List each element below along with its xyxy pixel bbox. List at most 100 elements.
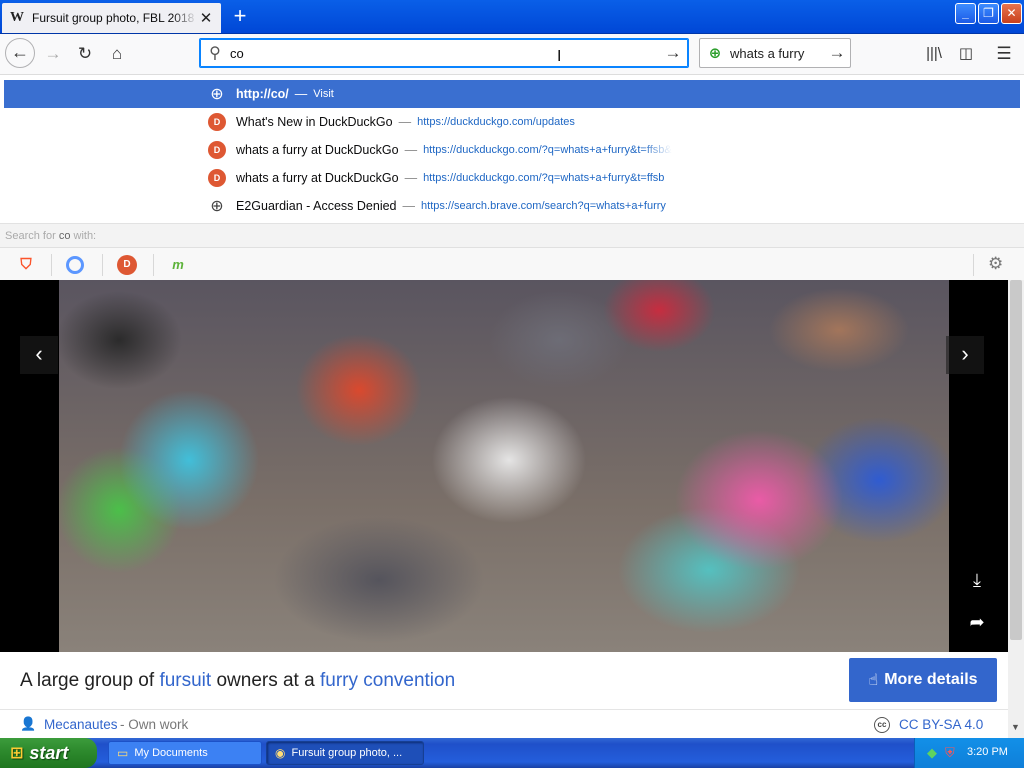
scroll-down-icon[interactable]: ▼ — [1011, 722, 1020, 732]
search-bar[interactable]: ⊕ whats a furry → — [699, 38, 851, 68]
author-link[interactable]: Mecanautes — [44, 717, 118, 732]
taskbar-item-firefox[interactable]: ◉ Fursuit group photo, ... — [266, 741, 424, 765]
search-engine-icon[interactable]: ⊕ — [700, 44, 730, 62]
hamburger-menu-button[interactable]: ☰ — [990, 40, 1018, 68]
forward-button[interactable]: → — [39, 40, 67, 68]
security-shield-icon[interactable]: ⛨ — [945, 745, 955, 761]
download-icon[interactable]: ⤓ — [960, 563, 994, 597]
media-viewer: ‹ › ⤓ ➦ A large group of fursuit owners … — [0, 280, 1008, 738]
autocomplete-title: whats a furry at DuckDuckGo — [236, 143, 399, 157]
duckduckgo-engine-icon[interactable]: D — [117, 255, 137, 275]
hand-pointer-icon: ☝ — [868, 672, 879, 689]
autocomplete-action: Visit — [313, 88, 334, 100]
caption-text: A large group of — [20, 670, 160, 691]
image-caption: A large group of fursuit owners at a fur… — [20, 670, 455, 692]
text-cursor-icon: I — [557, 48, 562, 65]
network-icon[interactable]: ◆ — [927, 745, 937, 761]
fursuit-link[interactable]: fursuit — [159, 670, 211, 691]
start-label: start — [29, 742, 69, 763]
license-link[interactable]: CC BY-SA 4.0 — [899, 717, 983, 732]
autocomplete-row[interactable]: D whats a furry at DuckDuckGo — https://… — [4, 164, 1020, 192]
duckduckgo-icon: D — [208, 113, 226, 131]
engine-divider — [973, 254, 974, 276]
share-icon[interactable]: ➦ — [960, 605, 994, 639]
title-bar: W Fursuit group photo, FBL 2018 - Fursui… — [0, 0, 1024, 34]
autocomplete-row[interactable]: ⊕ http://co/ — Visit — [4, 80, 1020, 108]
autocomplete-row[interactable]: ⊕ E2Guardian - Access Denied — https://s… — [4, 192, 1020, 220]
autocomplete-title: http://co/ — [236, 87, 289, 101]
wikipedia-icon: W — [10, 10, 24, 25]
new-tab-button[interactable]: + — [226, 4, 254, 30]
start-button[interactable]: ⊞ start — [0, 738, 97, 768]
close-window-button[interactable]: ✕ — [1001, 3, 1022, 24]
go-arrow-icon[interactable]: → — [658, 43, 688, 63]
autocomplete-url: https://search.brave.com/search?q=whats+… — [421, 200, 666, 212]
firefox-icon: ◉ — [275, 746, 286, 760]
previous-image-button[interactable]: ‹ — [20, 336, 58, 374]
one-off-search-engines: ⛉ D m ⚙ — [0, 247, 1024, 281]
sidebar-toggle-button[interactable]: ◫ — [952, 40, 980, 68]
autocomplete-title: whats a furry at DuckDuckGo — [236, 171, 399, 185]
search-icon: ⚲ — [209, 45, 221, 62]
engine-divider — [102, 254, 103, 276]
attribution-row: 👤 Mecanautes - Own work cc CC BY-SA 4.0 — [0, 709, 1008, 738]
caption-text: owners at a — [211, 670, 320, 691]
tab-title: Fursuit group photo, FBL 2018 - Fursuit — [32, 11, 197, 25]
autocomplete-url: https://duckduckgo.com/?q=whats+a+furry&… — [423, 172, 665, 184]
search-settings-gear-icon[interactable]: ⚙ — [988, 254, 1003, 274]
url-input[interactable] — [230, 45, 658, 61]
duckduckgo-icon: D — [208, 169, 226, 187]
qwant-engine-icon[interactable] — [66, 256, 84, 274]
folder-icon: ▭ — [117, 746, 129, 760]
creative-commons-icon: cc — [874, 717, 890, 733]
library-button[interactable]: |||\ — [920, 40, 948, 68]
search-with-term: co — [58, 230, 71, 242]
m-engine-icon[interactable]: m — [168, 255, 188, 275]
autocomplete-url: https://duckduckgo.com/updates — [417, 116, 575, 128]
tab-fursuit-photo[interactable]: W Fursuit group photo, FBL 2018 - Fursui… — [2, 3, 221, 33]
author-suffix: - Own work — [120, 717, 189, 732]
autocomplete-title: E2Guardian - Access Denied — [236, 199, 397, 213]
back-button[interactable]: ← — [5, 38, 35, 68]
autocomplete-url: https://duckduckgo.com/?q=whats+a+furry&… — [423, 144, 672, 156]
engine-divider — [153, 254, 154, 276]
maximize-button[interactable]: ❐ — [978, 3, 999, 24]
home-button[interactable]: ⌂ — [103, 40, 131, 68]
fursuit-group-photo — [59, 280, 949, 652]
taskbar-item-label: My Documents — [134, 747, 208, 759]
engine-divider — [51, 254, 52, 276]
search-go-arrow-icon[interactable]: → — [824, 43, 850, 63]
scroll-thumb[interactable] — [1010, 280, 1022, 640]
furry-convention-link[interactable]: furry convention — [320, 670, 455, 691]
more-details-button[interactable]: ☝ More details — [849, 658, 997, 702]
tab-close-icon[interactable]: ✕ — [197, 9, 215, 27]
url-autocomplete-popup: ⊕ http://co/ — Visit D What's New in Duc… — [0, 74, 1024, 281]
search-with-suffix: with: — [70, 230, 97, 242]
autocomplete-separator: — — [398, 115, 412, 129]
more-details-label: More details — [884, 671, 978, 688]
person-icon: 👤 — [20, 716, 37, 731]
url-bar[interactable]: ⚲ → — [199, 38, 689, 68]
system-tray: ◆ ⛨ 3:20 PM — [914, 738, 1024, 768]
navigation-toolbar: ← → ↻ ⌂ ⚲ → ⊕ whats a furry → |||\ ◫ ☰ — [0, 34, 1024, 74]
search-with-label: Search for co with: — [0, 223, 1024, 247]
autocomplete-row[interactable]: D What's New in DuckDuckGo — https://duc… — [4, 108, 1020, 136]
autocomplete-title: What's New in DuckDuckGo — [236, 115, 393, 129]
reload-button[interactable]: ↻ — [71, 40, 99, 68]
minimize-button[interactable]: _ — [955, 3, 976, 24]
search-input[interactable]: whats a furry — [730, 46, 824, 61]
caption-panel: A large group of fursuit owners at a fur… — [0, 652, 1008, 738]
duckduckgo-icon: D — [208, 141, 226, 159]
autocomplete-separator: — — [402, 199, 416, 213]
windows-taskbar: ⊞ start ▭ My Documents ◉ Fursuit group p… — [0, 738, 1024, 768]
clock: 3:20 PM — [967, 746, 1008, 758]
autocomplete-separator: — — [404, 143, 418, 157]
page-scrollbar[interactable]: ▼ — [1008, 280, 1024, 738]
next-image-button[interactable]: › — [946, 336, 984, 374]
autocomplete-row[interactable]: D whats a furry at DuckDuckGo — https://… — [4, 136, 1020, 164]
taskbar-item-label: Fursuit group photo, ... — [291, 747, 403, 759]
globe-icon: ⊕ — [210, 198, 224, 215]
search-with-prefix: Search for — [5, 230, 59, 242]
taskbar-item-my-documents[interactable]: ▭ My Documents — [108, 741, 262, 765]
brave-engine-icon[interactable]: ⛉ — [16, 255, 36, 275]
